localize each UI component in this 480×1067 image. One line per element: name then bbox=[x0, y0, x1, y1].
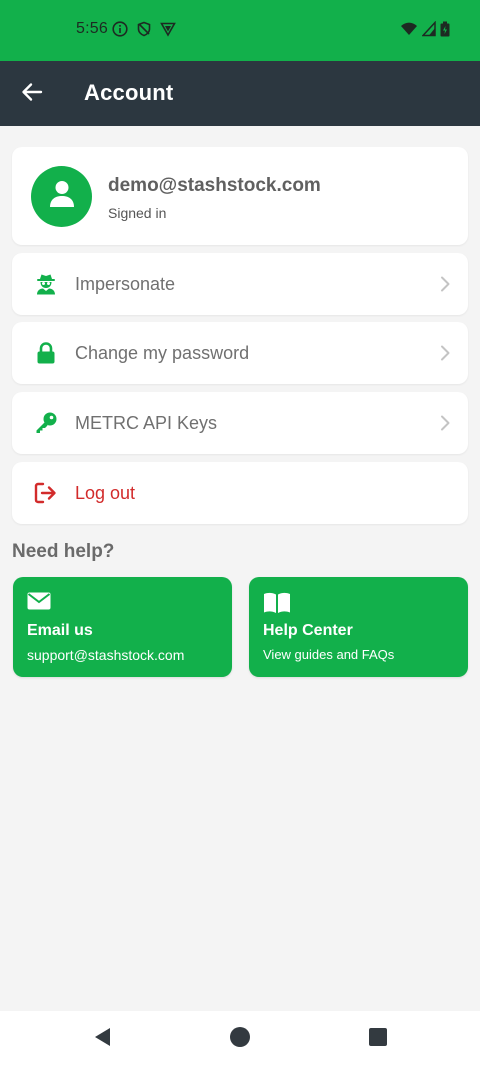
user-secret-icon bbox=[31, 273, 61, 295]
chevron-right-icon bbox=[440, 415, 450, 431]
signal-icon bbox=[422, 21, 436, 37]
menu-item-log-out[interactable]: Log out bbox=[12, 462, 468, 524]
page-title: Account bbox=[84, 80, 174, 105]
menu-item-label: METRC API Keys bbox=[75, 412, 218, 433]
profile-email: demo@stashstock.com bbox=[108, 175, 321, 196]
envelope-icon bbox=[27, 592, 51, 615]
shield-icon bbox=[136, 21, 152, 37]
triangle-back-icon bbox=[92, 1026, 112, 1053]
status-icons-right bbox=[400, 21, 450, 37]
info-icon bbox=[112, 21, 128, 37]
help-card-subtitle: View guides and FAQs bbox=[263, 647, 395, 662]
email-us-card[interactable]: Email us support@stashstock.com bbox=[13, 577, 232, 677]
status-bar: 5:56 bbox=[0, 0, 480, 61]
menu-item-label: Change my password bbox=[75, 342, 250, 363]
help-card-title: Email us bbox=[27, 622, 93, 639]
avatar bbox=[31, 166, 92, 227]
help-center-card[interactable]: Help Center View guides and FAQs bbox=[249, 577, 468, 677]
menu-item-impersonate[interactable]: Impersonate bbox=[12, 253, 468, 315]
nav-home-button[interactable] bbox=[226, 1025, 254, 1053]
circle-home-icon bbox=[229, 1026, 251, 1053]
back-button[interactable] bbox=[14, 77, 50, 111]
profile-card: demo@stashstock.com Signed in bbox=[12, 147, 468, 245]
help-card-subtitle: support@stashstock.com bbox=[27, 647, 185, 663]
nav-back-button[interactable] bbox=[88, 1025, 116, 1053]
status-icons-left bbox=[112, 21, 176, 37]
profile-status: Signed in bbox=[108, 205, 167, 221]
status-time: 5:56 bbox=[76, 20, 108, 37]
square-recents-icon bbox=[368, 1027, 388, 1052]
help-card-title: Help Center bbox=[263, 622, 353, 639]
wifi-icon bbox=[400, 21, 418, 37]
chevron-right-icon bbox=[440, 276, 450, 292]
app-bar: Account bbox=[0, 61, 480, 126]
sign-out-icon bbox=[31, 482, 61, 504]
help-heading: Need help? bbox=[12, 541, 115, 562]
menu-item-change-password[interactable]: Change my password bbox=[12, 322, 468, 384]
vpn-icon bbox=[160, 21, 176, 37]
menu-item-metrc-api-keys[interactable]: METRC API Keys bbox=[12, 392, 468, 454]
nav-recents-button[interactable] bbox=[364, 1025, 392, 1053]
arrow-left-icon bbox=[21, 82, 43, 107]
user-icon bbox=[49, 180, 75, 213]
menu-item-label: Impersonate bbox=[75, 273, 176, 294]
chevron-right-icon bbox=[440, 345, 450, 361]
book-open-icon bbox=[263, 592, 291, 619]
navigation-bar bbox=[0, 1011, 480, 1067]
key-icon bbox=[31, 411, 61, 435]
battery-icon bbox=[440, 21, 450, 37]
menu-item-label: Log out bbox=[75, 482, 136, 503]
lock-icon bbox=[31, 342, 61, 364]
